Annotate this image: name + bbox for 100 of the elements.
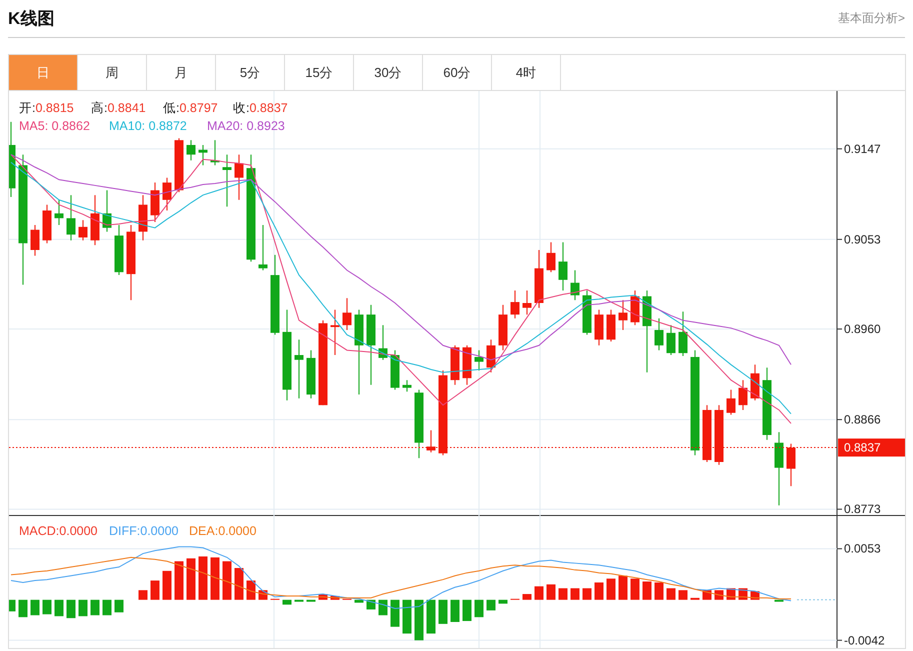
macd-bar <box>630 578 640 600</box>
candlestick <box>510 290 520 319</box>
macd-bar <box>522 594 532 600</box>
macd-legend: DEA:0.0000 <box>189 524 256 538</box>
macd-bar <box>558 588 568 600</box>
macd-bar <box>366 600 376 610</box>
macd-bar <box>90 600 100 616</box>
moving-average-legend: MA10: 0.8872 <box>109 119 187 133</box>
macd-bar <box>414 600 424 640</box>
macd-bar <box>390 600 400 627</box>
candlestick <box>66 194 76 241</box>
macd-axis-label: -0.0042 <box>844 633 885 648</box>
macd-bar <box>606 578 616 600</box>
candlestick <box>654 318 664 351</box>
candlestick <box>402 380 412 392</box>
macd-bar <box>378 600 388 616</box>
candlestick <box>30 224 40 256</box>
macd-bar <box>318 594 328 600</box>
macd-bar <box>774 600 784 602</box>
quote-value: 开:0.8815 <box>19 101 74 115</box>
ref-line-label: 0.8837 <box>844 440 882 455</box>
page-title: K线图 <box>8 8 54 30</box>
macd-bar <box>66 600 76 618</box>
macd-bar <box>714 590 724 600</box>
candlestick <box>786 443 796 487</box>
macd-bar <box>186 558 196 600</box>
macd-bar <box>210 557 220 600</box>
quote-value: 高:0.8841 <box>91 101 146 115</box>
macd-bar <box>462 600 472 622</box>
candlestick <box>474 350 484 371</box>
macd-bar <box>618 576 628 600</box>
macd-bar <box>690 598 700 600</box>
candlestick <box>330 309 340 356</box>
candlestick <box>342 298 352 330</box>
macd-bar <box>234 568 244 600</box>
candlestick <box>258 224 268 271</box>
macd-bar <box>18 600 28 618</box>
macd-axis-label: 0.0053 <box>844 542 881 556</box>
macd-bar <box>42 600 52 614</box>
macd-bar <box>534 586 544 600</box>
macd-bar <box>594 582 604 600</box>
candlestick <box>726 389 736 416</box>
macd-bar <box>486 600 496 610</box>
quote-value: 低:0.8797 <box>163 101 218 115</box>
fundamental-analysis-link[interactable]: 基本面分析> <box>838 10 905 27</box>
macd-bar <box>570 588 580 600</box>
candlestick <box>234 154 244 200</box>
macd-bar <box>222 561 232 600</box>
candlestick <box>570 270 580 301</box>
macd-bar <box>9 600 16 612</box>
zero-line <box>796 599 838 600</box>
macd-bar <box>294 600 304 602</box>
macd-legend: MACD:0.0000 <box>19 524 98 538</box>
price-axis-label: 0.8866 <box>844 412 881 427</box>
macd-bar <box>198 556 208 600</box>
macd-bar <box>498 600 508 604</box>
macd-bar <box>102 600 112 616</box>
macd-bar <box>450 600 460 622</box>
macd-bar <box>474 600 484 618</box>
macd-bar <box>642 582 652 600</box>
candlestick <box>54 199 64 226</box>
macd-bar <box>426 600 436 634</box>
macd-bar <box>546 584 556 600</box>
macd-bar <box>654 582 664 600</box>
macd-bar <box>678 590 688 600</box>
candlestick <box>618 300 628 330</box>
macd-bar <box>30 600 40 616</box>
macd-bar <box>138 590 148 600</box>
candlestick <box>186 140 196 161</box>
macd-bar <box>78 600 88 616</box>
macd-bar <box>162 570 172 600</box>
moving-average-legend: MA5: 0.8862 <box>19 119 90 133</box>
macd-bar <box>54 600 64 616</box>
price-axis-label: 0.8773 <box>844 502 881 515</box>
last-price-tag: 0.8837 <box>838 438 905 457</box>
candlestick <box>522 290 532 316</box>
moving-average-legend: MA20: 0.8923 <box>207 119 285 133</box>
quote-value: 收:0.8837 <box>233 101 288 115</box>
macd-bar <box>306 600 316 602</box>
candlestick <box>738 380 748 410</box>
candlestick <box>666 324 676 356</box>
candlestick <box>558 242 568 291</box>
macd-legend: DIFF:0.0000 <box>109 524 178 538</box>
macd-bar <box>150 580 160 600</box>
candlestick <box>222 154 232 208</box>
macd-bar <box>402 600 412 634</box>
candlestick <box>546 242 556 273</box>
macd-bar <box>354 600 364 603</box>
candlestick <box>486 339 496 373</box>
candlestick <box>426 430 436 453</box>
macd-bar <box>666 588 676 600</box>
candlestick <box>78 220 88 241</box>
candlestick <box>294 339 304 399</box>
macd-bar <box>174 561 184 600</box>
price-axis-label: 0.8960 <box>844 322 881 336</box>
candlestick <box>678 311 688 356</box>
macd-bar <box>330 596 340 600</box>
macd-bar <box>438 600 448 624</box>
macd-bar <box>582 588 592 600</box>
candlestick <box>162 177 172 211</box>
